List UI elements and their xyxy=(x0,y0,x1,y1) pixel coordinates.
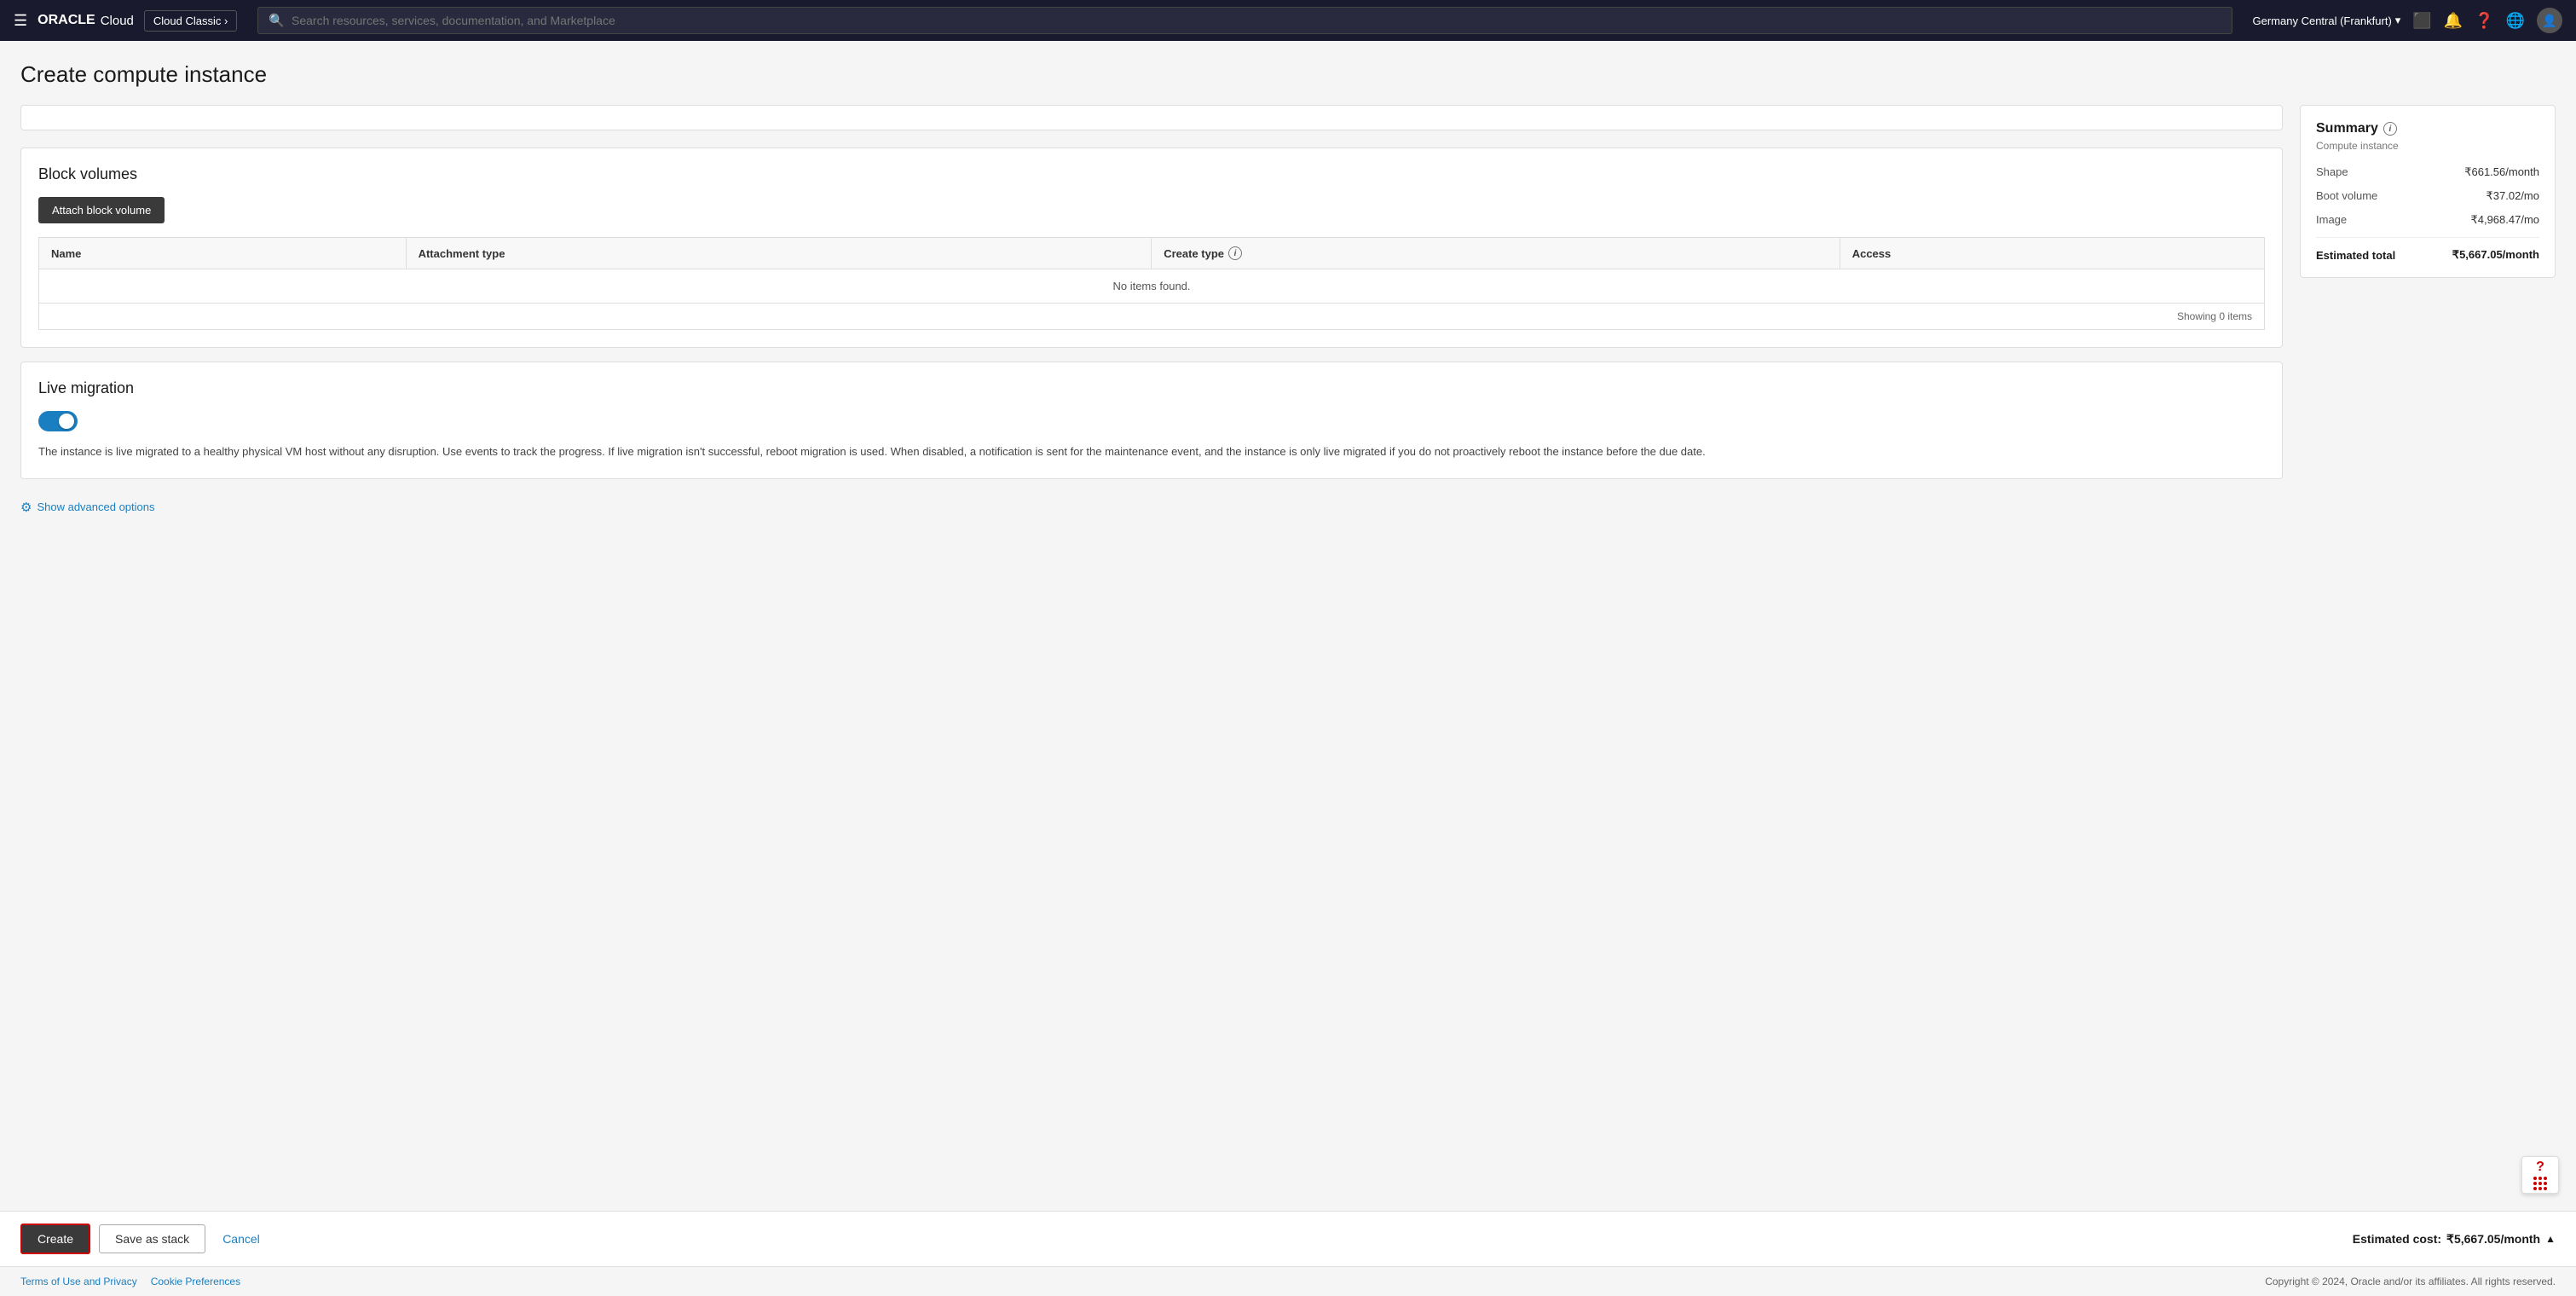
create-button[interactable]: Create xyxy=(20,1224,90,1254)
no-items-text: No items found. xyxy=(39,269,2265,304)
region-selector[interactable]: Germany Central (Frankfurt) ▾ xyxy=(2253,14,2401,27)
cloud-classic-button[interactable]: Cloud Classic › xyxy=(144,10,237,32)
right-panel: Summary i Compute instance Shape ₹661.56… xyxy=(2300,105,2556,1197)
copyright-text: Copyright © 2024, Oracle and/or its affi… xyxy=(2265,1276,2556,1287)
globe-icon[interactable]: 🌐 xyxy=(2506,12,2525,30)
summary-divider xyxy=(2316,237,2539,238)
attach-block-volume-button[interactable]: Attach block volume xyxy=(38,197,165,223)
summary-boot-volume-row: Boot volume ₹37.02/mo xyxy=(2316,189,2539,203)
live-migration-toggle-row xyxy=(38,411,2265,431)
terminal-icon[interactable]: ⬛ xyxy=(2412,12,2431,30)
help-dots-grid xyxy=(2533,1177,2547,1190)
search-icon: 🔍 xyxy=(269,13,285,28)
terms-link[interactable]: Terms of Use and Privacy xyxy=(20,1276,137,1287)
summary-total-value: ₹5,667.05/month xyxy=(2452,248,2539,262)
cloud-logo-text: Cloud xyxy=(101,14,134,28)
page-wrapper: Create compute instance Block volumes At… xyxy=(0,41,2576,1197)
col-create-type: Create type i xyxy=(1152,238,1840,269)
estimated-cost-label: Estimated cost: xyxy=(2353,1232,2441,1246)
summary-shape-label: Shape xyxy=(2316,165,2348,178)
col-access: Access xyxy=(1840,238,2264,269)
search-bar[interactable]: 🔍 xyxy=(257,7,2232,34)
col-name: Name xyxy=(39,238,407,269)
summary-boot-label: Boot volume xyxy=(2316,189,2377,202)
estimated-cost-toggle-icon[interactable]: ▲ xyxy=(2545,1233,2556,1245)
help-fab-button[interactable]: ? xyxy=(2521,1156,2559,1194)
summary-image-value: ₹4,968.47/mo xyxy=(2470,213,2539,227)
oracle-logo: ORACLE Cloud xyxy=(38,13,134,28)
menu-icon[interactable]: ☰ xyxy=(14,12,27,30)
footer-action-bar: Create Save as stack Cancel Estimated co… xyxy=(0,1211,2576,1266)
advanced-options-label: Show advanced options xyxy=(37,500,154,513)
notifications-icon[interactable]: 🔔 xyxy=(2444,12,2463,30)
summary-total-label: Estimated total xyxy=(2316,249,2395,262)
main-content: Block volumes Attach block volume Name A… xyxy=(20,105,2556,1197)
region-label: Germany Central (Frankfurt) xyxy=(2253,14,2392,27)
top-navigation: ☰ ORACLE Cloud Cloud Classic › 🔍 Germany… xyxy=(0,0,2576,41)
live-migration-description: The instance is live migrated to a healt… xyxy=(38,443,2265,461)
search-input[interactable] xyxy=(292,14,2221,27)
page-footer: Terms of Use and Privacy Cookie Preferen… xyxy=(0,1266,2576,1296)
summary-image-row: Image ₹4,968.47/mo xyxy=(2316,213,2539,227)
user-avatar[interactable]: 👤 xyxy=(2537,8,2562,33)
summary-total-row: Estimated total ₹5,667.05/month xyxy=(2316,248,2539,262)
oracle-logo-text: ORACLE xyxy=(38,13,95,28)
footer-estimated-cost: Estimated cost: ₹5,667.05/month ▲ xyxy=(2353,1232,2556,1247)
summary-title: Summary xyxy=(2316,121,2378,136)
live-migration-toggle[interactable] xyxy=(38,411,78,431)
summary-header: Summary i xyxy=(2316,121,2539,136)
block-volumes-section: Block volumes Attach block volume Name A… xyxy=(20,148,2283,348)
summary-image-label: Image xyxy=(2316,213,2347,226)
sliders-icon: ⚙ xyxy=(20,500,32,515)
create-type-info-icon[interactable]: i xyxy=(1228,246,1242,260)
help-icon[interactable]: ❓ xyxy=(2475,12,2493,30)
scroll-hint-top xyxy=(20,105,2283,130)
block-volumes-table: Name Attachment type Create type i xyxy=(38,237,2265,304)
live-migration-section: Live migration The instance is live migr… xyxy=(20,362,2283,479)
summary-shape-row: Shape ₹661.56/month xyxy=(2316,165,2539,179)
cancel-button[interactable]: Cancel xyxy=(214,1225,269,1253)
cookie-preferences-link[interactable]: Cookie Preferences xyxy=(151,1276,240,1287)
estimated-cost-value: ₹5,667.05/month xyxy=(2446,1232,2540,1247)
region-chevron-icon: ▾ xyxy=(2395,14,2401,27)
summary-info-icon[interactable]: i xyxy=(2383,122,2397,136)
table-footer: Showing 0 items xyxy=(38,304,2265,330)
help-question-icon: ? xyxy=(2536,1160,2544,1175)
show-advanced-options-link[interactable]: ⚙ Show advanced options xyxy=(20,500,2283,515)
summary-card: Summary i Compute instance Shape ₹661.56… xyxy=(2300,105,2556,278)
summary-boot-value: ₹37.02/mo xyxy=(2486,189,2539,203)
save-as-stack-button[interactable]: Save as stack xyxy=(99,1224,205,1253)
page-title: Create compute instance xyxy=(20,61,2556,88)
col-attachment-type: Attachment type xyxy=(406,238,1152,269)
footer-links: Terms of Use and Privacy Cookie Preferen… xyxy=(20,1276,240,1287)
summary-subtitle: Compute instance xyxy=(2316,140,2539,152)
left-panel: Block volumes Attach block volume Name A… xyxy=(20,105,2283,1197)
block-volumes-title: Block volumes xyxy=(38,165,2265,183)
table-row-empty: No items found. xyxy=(39,269,2265,304)
footer-actions: Create Save as stack Cancel xyxy=(20,1224,269,1254)
summary-shape-value: ₹661.56/month xyxy=(2464,165,2539,179)
topnav-right-area: Germany Central (Frankfurt) ▾ ⬛ 🔔 ❓ 🌐 👤 xyxy=(2253,8,2562,33)
live-migration-title: Live migration xyxy=(38,379,2265,397)
